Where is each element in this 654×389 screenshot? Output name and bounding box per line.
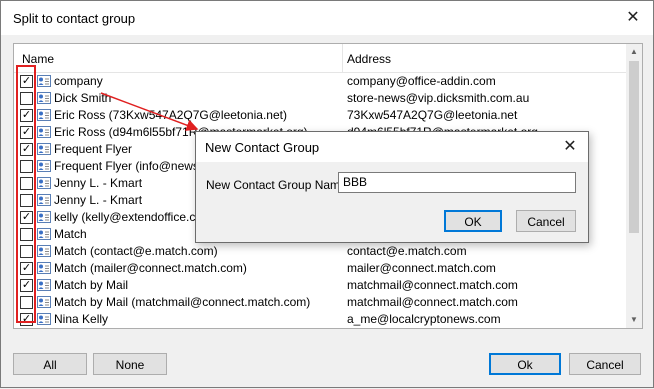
dialog-title-bar: New Contact Group ✕ [196,132,588,162]
new-contact-group-dialog: New Contact Group ✕ New Contact Group Na… [195,131,589,243]
dialog-title: New Contact Group [205,140,320,155]
cancel-button[interactable]: Cancel [569,353,641,375]
select-all-button[interactable]: All [13,353,87,375]
dialog-ok-button[interactable]: OK [444,210,502,232]
select-none-button[interactable]: None [93,353,167,375]
ok-button[interactable]: Ok [489,353,561,375]
dialog-cancel-button[interactable]: Cancel [516,210,576,232]
group-name-input[interactable]: BBB [338,172,576,193]
group-name-label: New Contact Group Name: [206,178,351,192]
split-to-contact-group-window: Split to contact group ✕ Name Address ✓ c… [0,0,654,388]
dialog-close-icon[interactable]: ✕ [558,136,582,158]
